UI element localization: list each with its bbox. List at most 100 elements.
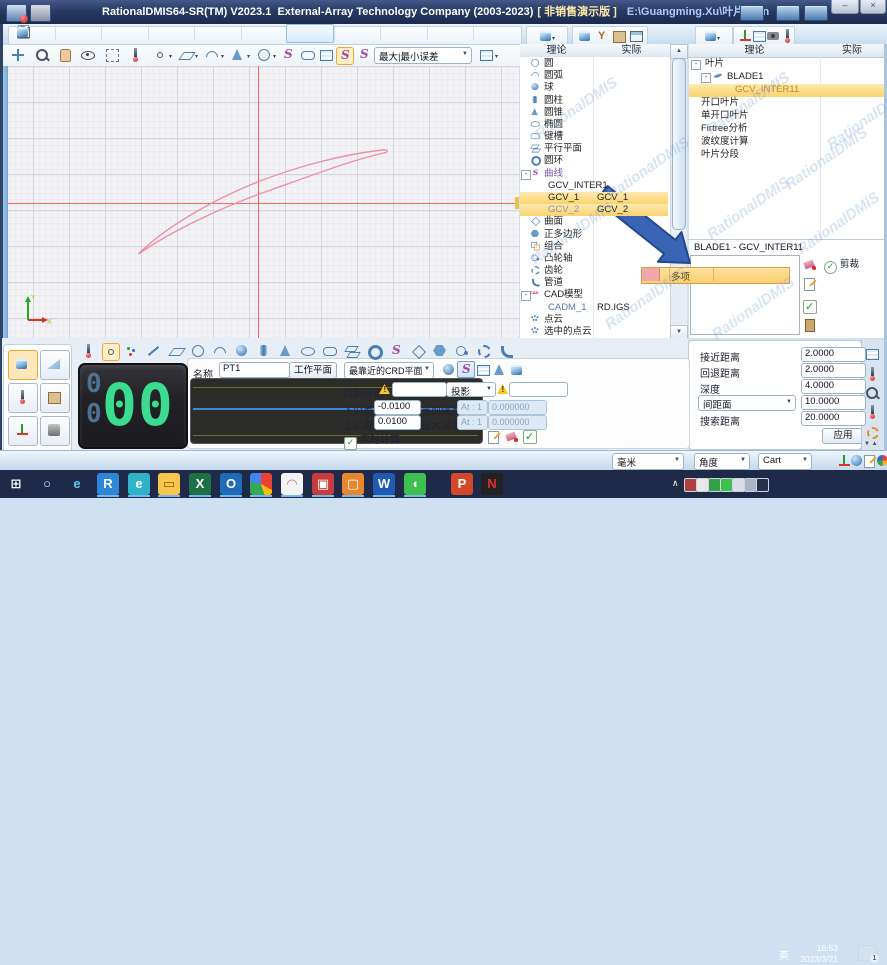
- scroll-up-button[interactable]: ▲: [670, 44, 688, 59]
- open-scan-icon[interactable]: [280, 47, 296, 63]
- taskbar-clock[interactable]: 16:53 2023/3/21: [794, 943, 838, 965]
- blade-tree-item-开口叶片[interactable]: 开口叶片: [689, 97, 820, 110]
- sphere-icon[interactable]: [234, 343, 250, 359]
- param-input[interactable]: 2.0000: [801, 363, 866, 378]
- exit-tool-icon[interactable]: [802, 317, 818, 333]
- axes-button[interactable]: [8, 416, 38, 446]
- taskbar-app-security-app[interactable]: ▣: [312, 473, 334, 495]
- circle-icon[interactable]: [190, 343, 206, 359]
- strip-arrows[interactable]: ▼ ▲: [864, 441, 878, 447]
- edit-tool-icon[interactable]: [802, 276, 818, 292]
- cube-small-icon[interactable]: [577, 28, 593, 44]
- param-input[interactable]: 4.0000: [801, 379, 866, 394]
- curve-edit-icon[interactable]: [356, 47, 372, 63]
- tree-item-椭圆[interactable]: 椭圆: [520, 119, 668, 131]
- machine-button[interactable]: [40, 416, 70, 446]
- angle-select[interactable]: 角度 ▼: [694, 453, 750, 470]
- coordinate-select[interactable]: Cart ▼: [758, 453, 812, 470]
- probe-stats-icon[interactable]: [779, 28, 795, 44]
- tab-material-view[interactable]: [508, 361, 526, 378]
- point-icon[interactable]: [102, 343, 120, 361]
- view-eye-icon[interactable]: [80, 47, 96, 63]
- blade-tree-item-BLADE1[interactable]: -BLADE1: [689, 71, 820, 84]
- expand-icon[interactable]: -: [691, 60, 701, 70]
- tree-item-点云[interactable]: 点云: [520, 314, 668, 326]
- gamepad-icon[interactable]: [740, 5, 764, 21]
- patch-scan-icon[interactable]: [318, 47, 334, 63]
- taskbar-app-foxit[interactable]: ▢: [342, 473, 364, 495]
- taskbar-app-rationaldmis[interactable]: R: [97, 473, 119, 495]
- scrollbar-thumb[interactable]: [672, 58, 686, 230]
- tree-item-球[interactable]: 球: [520, 82, 668, 94]
- notification-center-icon[interactable]: 1: [858, 945, 876, 961]
- probe-edit-icon[interactable]: [864, 404, 880, 420]
- tree-item-GCV_1[interactable]: GCV_1GCV_1: [520, 192, 668, 204]
- ellipse-icon[interactable]: [300, 343, 316, 359]
- lower-tol-input[interactable]: -0.0100: [374, 400, 421, 415]
- blade-tree-item-GCV_INTER11[interactable]: GCV_INTER11: [689, 84, 884, 97]
- circle-point-icon[interactable]: [256, 47, 272, 63]
- curve-icon[interactable]: [388, 343, 404, 359]
- projection-input[interactable]: [509, 382, 568, 397]
- tab-graph-view[interactable]: [457, 361, 475, 378]
- tree-item-键槽[interactable]: 键槽: [520, 131, 668, 143]
- tree-item-圆弧[interactable]: 圆弧: [520, 70, 668, 82]
- taskbar-app-app-n[interactable]: N: [481, 473, 503, 495]
- tab-vector-view[interactable]: [440, 361, 458, 378]
- blade-tree-item-叶片[interactable]: -叶片: [689, 58, 820, 71]
- angle-point-icon[interactable]: [230, 47, 246, 63]
- blade-tree-item-Firtree分析[interactable]: Firtree分析: [689, 123, 820, 136]
- probe-move-icon[interactable]: [127, 47, 143, 63]
- probe-icon[interactable]: [864, 366, 880, 382]
- tray-display-icon[interactable]: [756, 478, 769, 492]
- polygon-icon[interactable]: [432, 343, 448, 359]
- tree-item-平行平面[interactable]: 平行平面: [520, 143, 668, 155]
- cube-dropdown-icon[interactable]: [538, 28, 554, 44]
- taskbar-app-edge[interactable]: e: [128, 473, 150, 495]
- tree-item-正多边形[interactable]: 正多边形: [520, 229, 668, 241]
- probe-cube-button[interactable]: [8, 350, 38, 380]
- confirm-tool-icon[interactable]: [522, 429, 538, 445]
- apply-button[interactable]: 应用: [822, 428, 864, 444]
- realtime-checkbox[interactable]: ✓实时计算: [344, 431, 400, 450]
- tree-item-CADM_1[interactable]: CADM_1RD.IGS: [520, 302, 668, 314]
- report-icon[interactable]: [478, 47, 494, 63]
- tray-chevron-up-icon[interactable]: ∧: [672, 478, 683, 490]
- workplane-button[interactable]: 工作平面: [289, 362, 337, 379]
- blade-tree-theory-header[interactable]: 理论: [689, 44, 820, 58]
- taskbar-app-chrome[interactable]: [250, 473, 272, 495]
- search-icon[interactable]: [864, 385, 880, 401]
- blade-tree-actual-header[interactable]: 实际: [820, 44, 884, 58]
- parallel-planes-icon[interactable]: [344, 343, 360, 359]
- closed-scan-icon[interactable]: [300, 47, 316, 63]
- taskbar-app-powerpoint[interactable]: P: [451, 473, 473, 495]
- taskbar-app-paint3d[interactable]: ◠: [281, 473, 303, 495]
- taskbar-app-start[interactable]: ⊞: [5, 473, 27, 495]
- line-icon[interactable]: [146, 343, 162, 359]
- tree-item-圆环[interactable]: 圆环: [520, 155, 668, 167]
- select-box-icon[interactable]: [104, 47, 120, 63]
- tab-table-view[interactable]: [474, 361, 492, 378]
- box-brown-icon[interactable]: [611, 28, 627, 44]
- error-mode-select[interactable]: 最大|最小误差 ▼: [374, 47, 472, 64]
- tree-item-组合[interactable]: 组合: [520, 241, 668, 253]
- cylinder-icon[interactable]: [256, 343, 272, 359]
- taskbar-app-outlook[interactable]: O: [220, 473, 242, 495]
- cam-icon[interactable]: [454, 343, 470, 359]
- probe-y-icon[interactable]: [594, 28, 610, 44]
- blade-tree-item-波纹度计算[interactable]: 波纹度计算: [689, 136, 820, 149]
- param-input[interactable]: 20.0000: [801, 411, 866, 426]
- zoom-window-icon[interactable]: [34, 47, 50, 63]
- window-chart-icon[interactable]: [628, 28, 644, 44]
- crd-plane-select[interactable]: 最靠近的CRD平面 ▼: [344, 362, 434, 379]
- tree-item-GCV_2[interactable]: GCV_2GCV_2: [520, 204, 668, 216]
- curve-scan-icon[interactable]: [336, 47, 354, 65]
- delete-tool-icon[interactable]: [504, 429, 520, 445]
- taskbar-app-internet-explorer[interactable]: e: [66, 473, 88, 495]
- tree-item-GCV_INTER1[interactable]: GCV_INTER1: [520, 180, 668, 192]
- taskbar-app-search[interactable]: ○: [36, 473, 58, 495]
- found-theory-input[interactable]: [392, 382, 447, 397]
- blade-tree-item-单开口叶片[interactable]: 单开口叶片: [689, 110, 820, 123]
- surface-icon[interactable]: [410, 343, 426, 359]
- fit-view-icon[interactable]: [10, 47, 26, 63]
